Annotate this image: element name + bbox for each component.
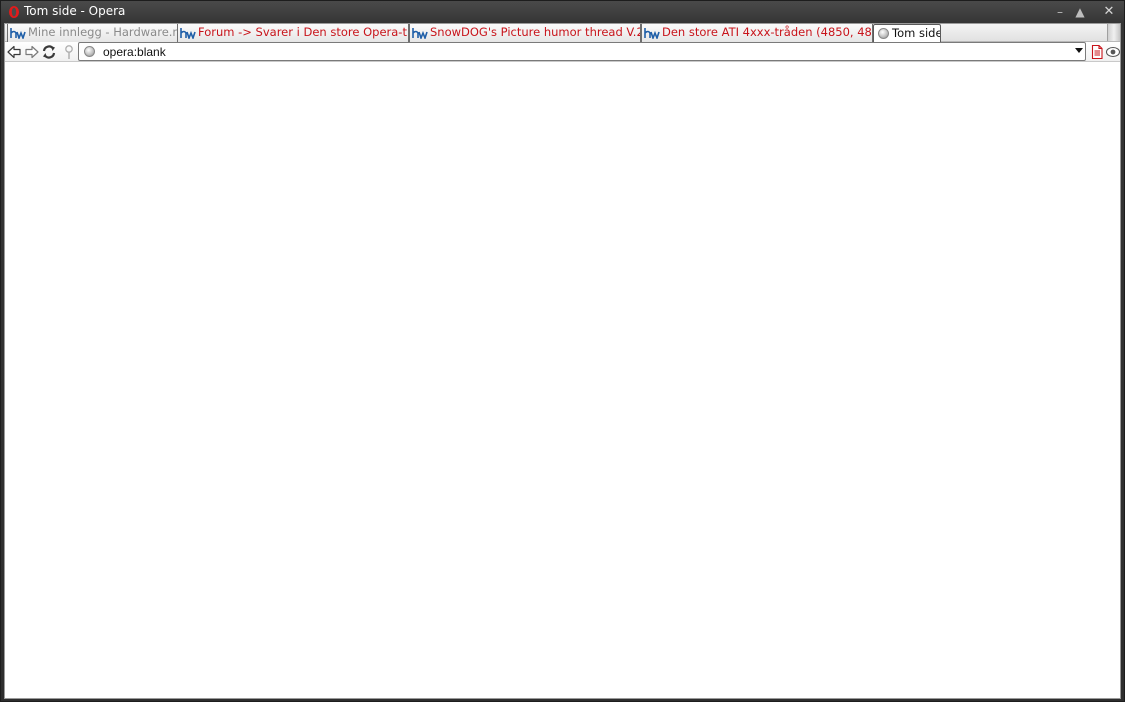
address-input[interactable] bbox=[103, 44, 1053, 59]
address-bar[interactable] bbox=[78, 42, 1086, 61]
hardware-no-icon bbox=[180, 28, 196, 39]
document-icon[interactable] bbox=[1089, 44, 1105, 60]
close-button[interactable]: ✕ bbox=[1101, 4, 1117, 20]
tab-bar: Mine innlegg - Hardware.no Forum -> Svar… bbox=[5, 24, 1120, 42]
page-favicon-icon bbox=[84, 46, 95, 57]
maximize-button[interactable]: ▲ bbox=[1072, 4, 1088, 20]
tab-label: Mine innlegg - Hardware.no bbox=[28, 25, 179, 39]
tab-label: Den store ATI 4xxx-tråden (4850, 4870, .… bbox=[662, 25, 872, 39]
hardware-no-icon bbox=[10, 28, 26, 39]
hardware-no-icon bbox=[644, 28, 660, 39]
tab-label: Forum -> Svarer i Den store Opera-trå... bbox=[198, 25, 409, 39]
forward-arrow-icon[interactable] bbox=[24, 44, 40, 60]
address-toolbar bbox=[5, 42, 1121, 62]
opera-logo-icon bbox=[9, 6, 19, 18]
title-bar[interactable]: Tom side - Opera – ▲ ✕ bbox=[1, 1, 1124, 23]
tab-snowdog-humor[interactable]: SnowDOG's Picture humor thread V.2 -... bbox=[409, 24, 641, 42]
tab-bar-scrollbar[interactable] bbox=[1107, 24, 1120, 41]
tab-mine-innlegg[interactable]: Mine innlegg - Hardware.no bbox=[7, 24, 179, 42]
blank-page-icon bbox=[878, 28, 889, 39]
page-content[interactable] bbox=[5, 62, 1120, 698]
minimize-button[interactable]: – bbox=[1052, 4, 1068, 20]
tab-label: SnowDOG's Picture humor thread V.2 -... bbox=[430, 25, 641, 39]
browser-window: Tom side - Opera – ▲ ✕ Mine innlegg - Ha… bbox=[0, 0, 1125, 702]
tab-ati-4xxx[interactable]: Den store ATI 4xxx-tråden (4850, 4870, .… bbox=[641, 24, 873, 42]
window-title: Tom side - Opera bbox=[24, 4, 126, 18]
back-arrow-icon[interactable] bbox=[6, 44, 22, 60]
reload-icon[interactable] bbox=[41, 44, 57, 60]
wand-icon[interactable] bbox=[61, 44, 77, 60]
browser-frame: Mine innlegg - Hardware.no Forum -> Svar… bbox=[4, 23, 1121, 699]
hardware-no-icon bbox=[412, 28, 428, 39]
chevron-down-icon[interactable] bbox=[1075, 48, 1083, 53]
eye-icon[interactable] bbox=[1105, 44, 1121, 60]
tab-forum-opera[interactable]: Forum -> Svarer i Den store Opera-trå... bbox=[177, 24, 409, 42]
tab-label: Tom side bbox=[892, 26, 941, 40]
tab-tom-side[interactable]: Tom side bbox=[873, 24, 941, 42]
